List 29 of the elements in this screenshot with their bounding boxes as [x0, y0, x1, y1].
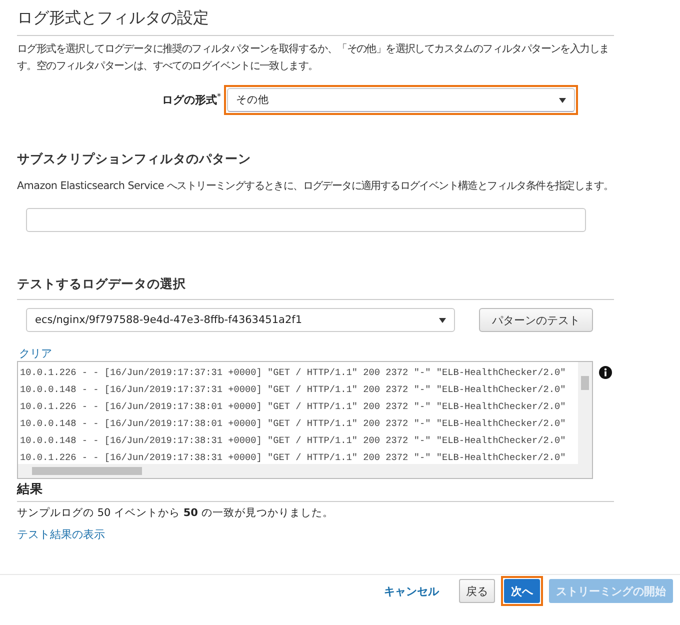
section-heading: 結果: [17, 481, 44, 498]
pattern-input[interactable]: [26, 208, 586, 232]
clear-link[interactable]: クリア: [19, 346, 52, 361]
log-textarea[interactable]: [17, 361, 593, 479]
log-line: 10.0.0.148 - - [16/Jun/2019:17:38:31 +0000] "GET / HTTP/1.1" 200 2372 "-" "ELB-HealthChecker/2.0": [20, 434, 567, 448]
footer-button[interactable]: 戻る: [459, 579, 495, 603]
horizontal-scrollbar[interactable]: [18, 464, 592, 478]
log-line: 10.0.1.226 - - [16/Jun/2019:17:38:01 +0000] "GET / HTTP/1.1" 200 2372 "-" "ELB-HealthChecker/2.0": [20, 400, 567, 414]
intro-text: ログ形式を選択してログデータに推奨のフィルタパターンを取得するか、「その他」を選択してカスタムのフィルタパターンを入力します。空のフィルタパターンは、すべてのログイベントに一致します。: [17, 42, 610, 74]
section-heading: サブスクリプションフィルタのパターン: [17, 151, 252, 168]
log-line: 10.0.0.148 - - [16/Jun/2019:17:38:01 +0000] "GET / HTTP/1.1" 200 2372 "-" "ELB-HealthChecker/2.0": [20, 417, 567, 431]
field-label: ログの形式$^{*}$: [162, 92, 221, 108]
section-heading: テストするログデータの選択: [17, 276, 187, 293]
log-line: 10.0.1.226 - - [16/Jun/2019:17:38:31 +0000] "GET / HTTP/1.1" 200 2372 "-" "ELB-HealthChecker/2.0": [20, 451, 567, 465]
section-description: Amazon Elasticsearch Service へストリーミングするときに、ログデータに適用するログイベント構造とフィルタ条件を指定します。: [17, 179, 614, 194]
test-pattern-button[interactable]: パターンのテスト: [479, 308, 593, 332]
footer-button[interactable]: 次へ: [504, 579, 540, 603]
cancel-link[interactable]: キャンセル: [377, 579, 446, 603]
caret-icon: [439, 318, 446, 322]
vertical-scrollbar[interactable]: [578, 362, 592, 466]
log-stream-select[interactable]: ecs/nginx/9f797588-9e4d-47e3-8ffb-f4363451a2f1: [26, 308, 455, 332]
info-icon[interactable]: [599, 366, 612, 379]
result-summary: サンプルログの 50 イベントから 50 の一致が見つかりました。: [17, 506, 334, 520]
log-line: 10.0.0.148 - - [16/Jun/2019:17:37:31 +0000] "GET / HTTP/1.1" 200 2372 "-" "ELB-HealthChecker/2.0": [20, 383, 567, 397]
log-format-select[interactable]: その他: [227, 88, 575, 112]
show-results-link[interactable]: テスト結果の表示: [17, 527, 105, 542]
page-title: ログ形式とフィルタの設定: [17, 8, 210, 29]
log-line: 10.0.1.226 - - [16/Jun/2019:17:37:31 +0000] "GET / HTTP/1.1" 200 2372 "-" "ELB-HealthChecker/2.0": [20, 366, 567, 380]
caret-icon: [559, 98, 566, 102]
